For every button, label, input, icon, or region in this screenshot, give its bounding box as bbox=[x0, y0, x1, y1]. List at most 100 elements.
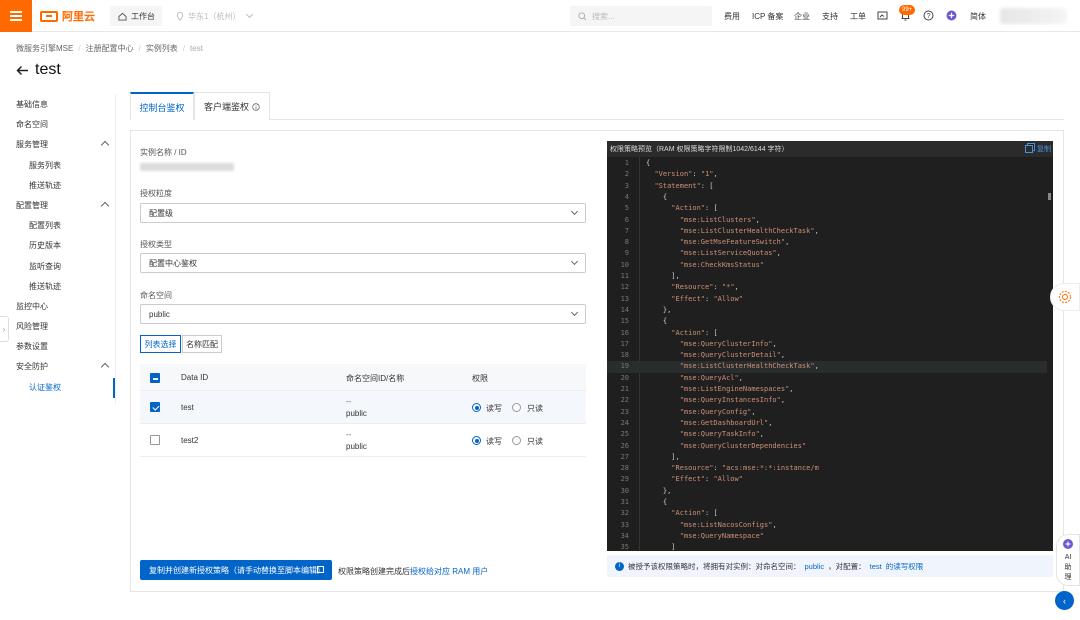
copy-button[interactable]: 复制 bbox=[1025, 144, 1051, 154]
code-text: "mse:ListClusters", bbox=[679, 215, 760, 224]
row-checkbox[interactable] bbox=[150, 435, 160, 445]
perm-rw-radio[interactable] bbox=[472, 436, 481, 445]
code-line: 22 "mse:QueryInstancesInfo", bbox=[607, 395, 1047, 406]
language-switch[interactable]: 简体 bbox=[970, 11, 986, 22]
sidebar-item-security[interactable]: 安全防护 bbox=[16, 361, 48, 372]
chevron-down-icon bbox=[570, 308, 579, 317]
code-line: 3 "Statement": [ bbox=[607, 181, 1047, 192]
sidebar-item-listener-query[interactable]: 监听查询 bbox=[29, 261, 61, 272]
post-create-hint: 权限策略创建完成后授权给对应 RAM 用户 bbox=[338, 567, 489, 576]
line-number: 25 bbox=[620, 430, 629, 439]
perm-ro-radio[interactable] bbox=[512, 403, 521, 412]
nav-link-icp[interactable]: ICP 备案 bbox=[752, 11, 783, 22]
sidebar-item-config-mgmt[interactable]: 配置管理 bbox=[16, 200, 48, 211]
chevron-down-icon bbox=[246, 10, 254, 19]
search-input[interactable]: 搜索... bbox=[570, 6, 712, 26]
breadcrumb-item[interactable]: 微服务引擎MSE bbox=[16, 43, 73, 54]
sidebar-item-config-list[interactable]: 配置列表 bbox=[29, 220, 61, 231]
breadcrumb-item[interactable]: 实例列表 bbox=[146, 43, 178, 54]
code-text: "Version": "1", bbox=[654, 170, 718, 179]
line-number: 20 bbox=[620, 373, 629, 382]
assistant-icon[interactable] bbox=[946, 10, 957, 21]
code-text: "mse:GetDashboardUrl", bbox=[679, 418, 773, 427]
perm-ro-label: 只读 bbox=[527, 404, 543, 413]
region-selector[interactable]: 华东1（杭州） bbox=[176, 6, 254, 26]
sidebar-item-history[interactable]: 历史版本 bbox=[29, 240, 61, 251]
flower-icon bbox=[1059, 291, 1071, 303]
perm-rw-label: 读写 bbox=[486, 404, 502, 413]
chevron-down-icon bbox=[570, 257, 579, 266]
collapse-panel-button[interactable]: ‹ bbox=[1055, 591, 1074, 610]
code-line: 33 "mse:ListNacosConfigs", bbox=[607, 520, 1047, 531]
code-text: ], bbox=[646, 272, 680, 280]
code-text: "mse:QueryClusterInfo", bbox=[679, 339, 777, 348]
line-number: 11 bbox=[620, 272, 629, 280]
line-number: 17 bbox=[620, 339, 629, 348]
code-text: "Resource": "acs:mse:*:*:instance/m bbox=[671, 464, 819, 473]
table-header: Data ID 命名空间ID/名称 权限 bbox=[140, 364, 586, 391]
select-all-checkbox[interactable] bbox=[150, 373, 160, 383]
back-arrow-icon[interactable] bbox=[16, 65, 29, 76]
external-link-icon bbox=[317, 566, 324, 573]
tab-console-auth[interactable]: 控制台鉴权 bbox=[130, 92, 194, 120]
sidebar-item-basic-info[interactable]: 基础信息 bbox=[16, 99, 48, 110]
name-match-toggle[interactable]: 名称匹配 bbox=[182, 335, 222, 353]
help-icon[interactable]: ? bbox=[923, 10, 934, 21]
chevron-down-icon bbox=[570, 207, 579, 216]
line-number: 32 bbox=[620, 509, 629, 518]
nav-link-enterprise[interactable]: 企业 bbox=[794, 11, 810, 22]
namespace-select[interactable]: public bbox=[140, 304, 586, 324]
table-row[interactable]: test2 -- public 读写 只读 bbox=[140, 424, 586, 457]
line-number: 27 bbox=[620, 452, 629, 461]
code-line: 9 "mse:ListServiceQuotas", bbox=[607, 248, 1047, 259]
nav-link-billing[interactable]: 费用 bbox=[724, 11, 740, 22]
active-indicator bbox=[113, 378, 115, 398]
sidebar-item-risk[interactable]: 风险管理 bbox=[16, 321, 48, 332]
list-select-toggle[interactable]: 列表选择 bbox=[140, 335, 181, 353]
sidebar-item-auth[interactable]: 认证鉴权 bbox=[29, 382, 61, 393]
code-line: 4 { bbox=[607, 192, 1047, 203]
policy-effect-note: i 被授予该权限策略时，将拥有对实例：对命名空间： public ，对配置： t… bbox=[607, 555, 1053, 577]
code-scrollbar[interactable] bbox=[1048, 193, 1051, 200]
code-line: 20 "mse:QueryAcl", bbox=[607, 373, 1047, 384]
row-checkbox[interactable] bbox=[150, 402, 160, 412]
table-row[interactable]: test -- public 读写 只读 bbox=[140, 391, 586, 424]
screen-icon[interactable] bbox=[877, 10, 888, 21]
grant-ram-user-link[interactable]: 授权给对应 RAM 用户 bbox=[410, 567, 488, 576]
code-text: ] bbox=[646, 543, 676, 551]
code-text: "Resource": "*", bbox=[671, 283, 739, 292]
sidebar-item-push-trace[interactable]: 推送轨迹 bbox=[29, 180, 61, 191]
tab-client-auth[interactable]: 客户端鉴权 bbox=[194, 92, 270, 120]
sidebar-item-config-push-trace[interactable]: 推送轨迹 bbox=[29, 281, 61, 292]
sidebar-item-service-list[interactable]: 服务列表 bbox=[29, 160, 61, 171]
breadcrumb-item[interactable]: 注册配置中心 bbox=[86, 43, 134, 54]
line-number: 10 bbox=[620, 260, 629, 269]
user-account-area[interactable] bbox=[1000, 8, 1066, 24]
sidebar-item-monitoring[interactable]: 监控中心 bbox=[16, 301, 48, 312]
granularity-select[interactable]: 配置级 bbox=[140, 203, 586, 223]
perm-ro-label: 只读 bbox=[527, 437, 543, 446]
sidebar-item-namespace[interactable]: 命名空间 bbox=[16, 119, 48, 130]
info-icon: i bbox=[615, 561, 624, 571]
code-text: ], bbox=[646, 452, 680, 461]
nav-link-ticket[interactable]: 工单 bbox=[850, 11, 866, 22]
sidebar-collapse-button[interactable]: › bbox=[0, 316, 9, 342]
ai-assistant-button[interactable]: AI 助 理 bbox=[1056, 534, 1080, 586]
copy-create-policy-button[interactable]: 复制并创建新授权策略（请手动替换至脚本编辑） bbox=[140, 560, 332, 580]
code-line: 11 ], bbox=[607, 271, 1047, 282]
floating-assistant-button[interactable] bbox=[1050, 283, 1080, 311]
policy-code-preview[interactable]: 权限策略预览（RAM 权限策略字符限制1042/6144 字符） 复制 1{2 … bbox=[607, 141, 1053, 551]
nav-link-support[interactable]: 支持 bbox=[822, 11, 838, 22]
aliyun-logo[interactable]: 阿里云 bbox=[40, 8, 95, 24]
hamburger-menu-button[interactable] bbox=[0, 0, 32, 32]
workbench-button[interactable]: 工作台 bbox=[110, 6, 162, 26]
line-number: 29 bbox=[620, 475, 629, 484]
line-number: 19 bbox=[620, 362, 629, 371]
perm-rw-radio[interactable] bbox=[472, 403, 481, 412]
sidebar-item-params[interactable]: 参数设置 bbox=[16, 341, 48, 352]
row-namespace-name: public bbox=[346, 409, 367, 418]
auth-type-select[interactable]: 配置中心鉴权 bbox=[140, 253, 586, 273]
perm-ro-radio[interactable] bbox=[512, 436, 521, 445]
code-line: 1{ bbox=[607, 158, 1047, 169]
sidebar-item-service-mgmt[interactable]: 服务管理 bbox=[16, 139, 48, 150]
